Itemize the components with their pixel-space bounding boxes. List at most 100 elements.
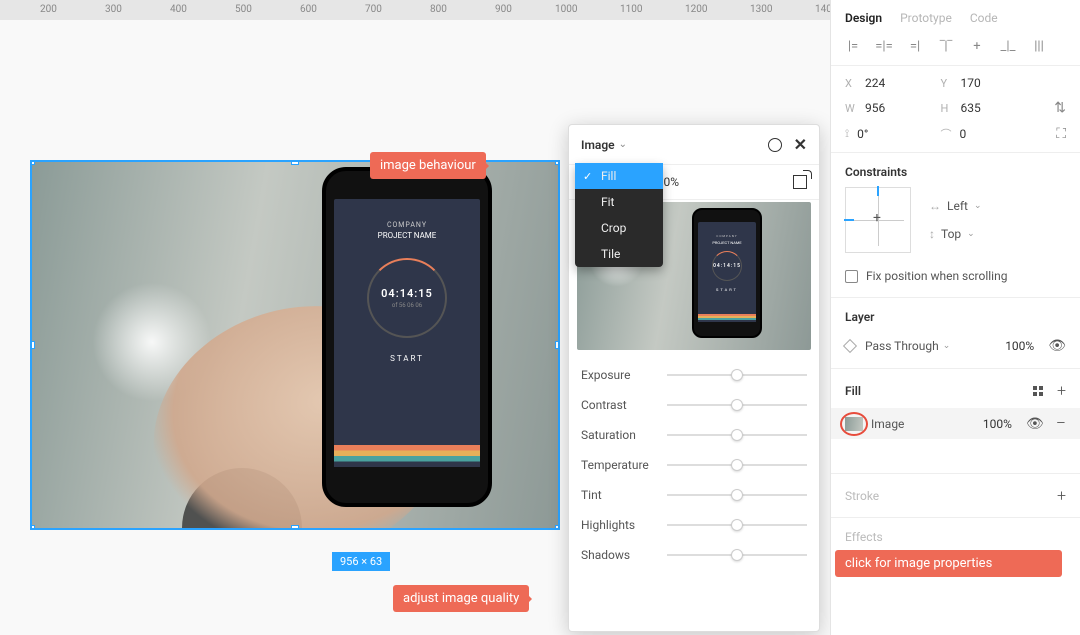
slider-saturation[interactable]: Saturation	[581, 420, 807, 450]
add-fill-icon[interactable]: +	[1057, 381, 1066, 400]
resize-handle-bm[interactable]	[291, 525, 299, 530]
callout-ring	[840, 412, 868, 436]
layer-opacity[interactable]: 100%	[1005, 339, 1034, 353]
fill-section-header: Fill +	[831, 369, 1080, 408]
expand-radius-icon[interactable]: ⛶	[1056, 126, 1066, 142]
ruler-mark: 500	[235, 4, 252, 15]
fill-opacity[interactable]: 100%	[983, 417, 1012, 431]
panel-tabs: Design Prototype Code	[831, 0, 1080, 35]
constraint-v-select[interactable]: ↕Top⌄	[929, 227, 981, 241]
callout-image-behaviour: image behaviour	[370, 152, 486, 179]
resize-handle-tl[interactable]	[30, 160, 35, 165]
image-properties-popup: Image ⌄ ✕ ✓ Fill Fit Crop Tile 100%	[568, 124, 820, 632]
resize-handle-br[interactable]	[555, 525, 560, 530]
ruler: 200 300 400 500 600 700 800 900 1000 110…	[0, 0, 830, 20]
slider-shadows[interactable]: Shadows	[581, 540, 807, 570]
fix-position-row[interactable]: Fix position when scrolling	[831, 263, 1080, 298]
ruler-mark: 800	[430, 4, 447, 15]
ruler-mark: 400	[170, 4, 187, 15]
angle-icon: ⟟	[845, 127, 849, 141]
add-stroke-icon[interactable]: +	[1057, 486, 1066, 505]
phone-project: PROJECT NAME	[342, 231, 472, 240]
phone-screen: COMPANY PROJECT NAME 04:14:15 of 56 06 0…	[334, 199, 480, 467]
arrow-h-icon: ↔	[929, 199, 941, 213]
slider-contrast[interactable]: Contrast	[581, 390, 807, 420]
rotation-input[interactable]: 0°	[857, 127, 868, 141]
blend-select[interactable]: Pass Through	[865, 339, 939, 353]
align-top-icon[interactable]: ‾|‾	[938, 39, 954, 53]
popup-header: Image ⌄ ✕	[569, 125, 819, 165]
fill-option-fill[interactable]: ✓ Fill	[575, 163, 663, 189]
resize-handle-mr[interactable]	[555, 341, 560, 349]
constraint-h-select[interactable]: ↔Left⌄	[929, 199, 981, 213]
ruler-mark: 1100	[620, 4, 642, 15]
remove-fill-icon[interactable]: −	[1056, 413, 1066, 434]
phone-company: COMPANY	[342, 221, 472, 229]
resize-handle-tr[interactable]	[555, 160, 560, 165]
align-vcenter-icon[interactable]: +	[969, 39, 985, 53]
selection-size-badge: 956 × 63	[332, 552, 390, 571]
ruler-mark: 900	[495, 4, 512, 15]
ruler-mark: 1300	[750, 4, 772, 15]
slider-highlights[interactable]: Highlights	[581, 510, 807, 540]
callout-adjust-quality: adjust image quality	[393, 585, 529, 612]
distribute-icon[interactable]: |||	[1031, 39, 1047, 53]
canvas[interactable]: COMPANY PROJECT NAME 04:14:15 of 56 06 0…	[0, 20, 830, 635]
ruler-mark: 1200	[685, 4, 707, 15]
resize-handle-tm[interactable]	[291, 160, 299, 165]
fill-option-crop[interactable]: Crop	[575, 215, 663, 241]
phone-sub: of 56 06 06	[392, 302, 422, 309]
stroke-section-header: Stroke +	[831, 473, 1080, 517]
slider-tint[interactable]: Tint	[581, 480, 807, 510]
align-left-icon[interactable]: |=	[845, 39, 861, 53]
align-right-icon[interactable]: =|	[907, 39, 923, 53]
radius-input[interactable]: 0	[960, 127, 967, 141]
fill-swatch[interactable]	[845, 417, 863, 431]
slider-exposure[interactable]: Exposure	[581, 360, 807, 390]
selected-image-frame[interactable]: COMPANY PROJECT NAME 04:14:15 of 56 06 0…	[30, 160, 560, 530]
x-input[interactable]: 224	[865, 76, 885, 90]
link-wh-icon[interactable]: ⇅	[1054, 100, 1066, 116]
constraints-diagram[interactable]	[845, 187, 911, 253]
close-icon[interactable]: ✕	[794, 135, 807, 154]
phone-start: START	[342, 354, 472, 363]
ruler-mark: 1000	[555, 4, 577, 15]
tab-code[interactable]: Code	[970, 11, 998, 25]
resize-handle-bl[interactable]	[30, 525, 35, 530]
fill-visibility-icon[interactable]: 👁	[1026, 416, 1044, 432]
ruler-mark: 300	[105, 4, 122, 15]
fill-image-row[interactable]: Image 100% 👁 −	[831, 408, 1080, 439]
slider-temperature[interactable]: Temperature	[581, 450, 807, 480]
design-panel: Design Prototype Code |= =|= =| ‾|‾ + _|…	[830, 0, 1080, 635]
radius-icon: ⌒	[941, 126, 952, 142]
h-input[interactable]: 635	[961, 101, 981, 115]
photo-phone: COMPANY PROJECT NAME 04:14:15 of 56 06 0…	[322, 167, 492, 507]
arrow-v-icon: ↕	[929, 227, 935, 241]
blend-diamond-icon	[843, 339, 857, 353]
popup-title: Image	[581, 138, 615, 152]
fill-option-tile[interactable]: Tile	[575, 241, 663, 267]
y-input[interactable]: 170	[961, 76, 981, 90]
layer-blend-row: Pass Through ⌄ 100% 👁	[831, 332, 1080, 369]
rotate-image-icon[interactable]	[793, 175, 807, 189]
phone-ring: 04:14:15 of 56 06 06	[367, 258, 447, 338]
fill-option-fit[interactable]: Fit	[575, 189, 663, 215]
image-adjust-sliders: Exposure Contrast Saturation Temperature…	[569, 352, 819, 578]
fill-settings-row: ✓ Fill Fit Crop Tile 100%	[569, 165, 819, 200]
w-input[interactable]: 956	[865, 101, 885, 115]
chevron-down-icon[interactable]: ⌄	[619, 139, 627, 150]
resize-handle-ml[interactable]	[30, 341, 35, 349]
constraints-section: ↔Left⌄ ↕Top⌄	[831, 187, 1080, 263]
style-grid-icon[interactable]	[1033, 386, 1043, 396]
checkbox-icon[interactable]	[845, 270, 858, 283]
visibility-icon[interactable]: 👁	[1048, 338, 1066, 354]
blend-mode-icon[interactable]	[768, 138, 782, 152]
constraints-title: Constraints	[831, 153, 1080, 187]
tab-design[interactable]: Design	[845, 11, 882, 25]
phone-timer: 04:14:15	[381, 287, 433, 300]
align-bottom-icon[interactable]: _|_	[1000, 39, 1016, 53]
tab-prototype[interactable]: Prototype	[900, 11, 952, 25]
align-hcenter-icon[interactable]: =|=	[876, 39, 892, 53]
callout-image-props: click for image properties	[835, 550, 1062, 577]
fill-mode-dropdown[interactable]: ✓ Fill Fit Crop Tile	[575, 163, 663, 267]
